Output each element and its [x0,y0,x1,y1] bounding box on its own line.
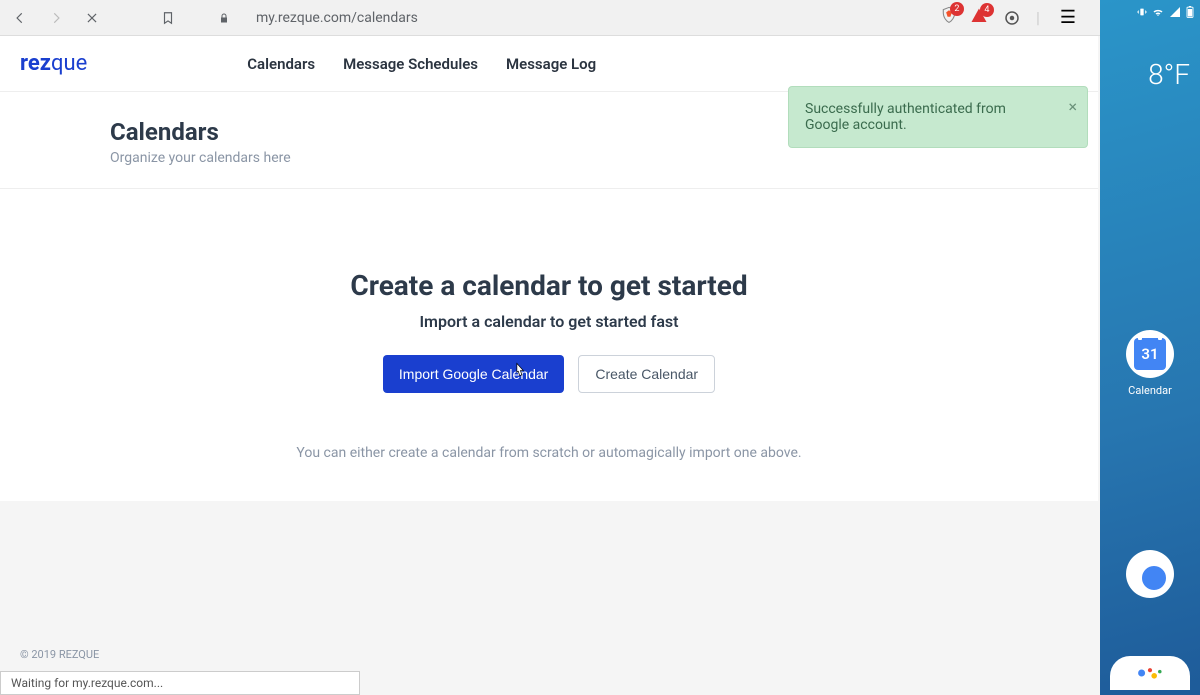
empty-state: Create a calendar to get started Import … [0,189,1098,501]
cursor-icon [510,362,528,386]
wifi-icon [1152,7,1164,17]
extension-icon[interactable]: 4 [970,7,988,29]
badge-count: 2 [950,2,964,16]
toast-close-icon[interactable]: × [1068,97,1077,116]
calendar-app-icon[interactable]: 31 Calendar [1122,330,1178,397]
hero-subtitle: Import a calendar to get started fast [0,312,1098,331]
button-row: Import Google Calendar Create Calendar [0,355,1098,393]
stop-button[interactable] [80,6,104,30]
logo[interactable]: rezque [20,51,87,76]
brave-shield-icon[interactable]: 2 [940,6,958,30]
url-bar[interactable]: my.rezque.com/calendars [256,10,928,26]
nav-message-log[interactable]: Message Log [506,55,596,73]
google-assistant-pill[interactable] [1110,656,1190,690]
forward-button[interactable] [44,6,68,30]
nav-message-schedules[interactable]: Message Schedules [343,55,478,73]
profile-icon[interactable] [1000,6,1024,30]
import-google-calendar-button[interactable]: Import Google Calendar [383,355,564,393]
calendar-app-label: Calendar [1128,384,1172,397]
phone-status-bar [1100,0,1200,18]
calendar-day-number: 31 [1134,338,1166,370]
signal-icon [1169,7,1181,17]
extensions-area: 2 4 | ☰ [940,6,1092,30]
bookmark-icon[interactable] [156,6,180,30]
nav-calendars[interactable]: Calendars [247,55,315,73]
create-calendar-button[interactable]: Create Calendar [578,355,715,393]
vibrate-icon [1137,7,1147,17]
weather-temp: 8°F [1148,58,1190,91]
help-text: You can either create a calendar from sc… [0,445,1098,461]
app-header: rezque Calendars Message Schedules Messa… [0,36,1098,92]
hamburger-menu-icon[interactable]: ☰ [1052,7,1084,28]
nav-links: Calendars Message Schedules Message Log [247,55,596,73]
toast-message: Successfully authenticated from Google a… [805,101,1006,133]
battery-icon [1186,6,1194,18]
footer-copyright: © 2019 REZQUE [20,648,1118,661]
page-subtitle: Organize your calendars here [110,150,988,166]
logo-thin: que [51,51,87,76]
browser-status-bar: Waiting for my.rezque.com... [0,671,360,695]
chrome-app-icon[interactable] [1122,550,1178,604]
hero-title: Create a calendar to get started [0,269,1098,302]
browser-toolbar: my.rezque.com/calendars 2 4 | ☰ [0,0,1100,36]
logo-bold: rez [20,51,51,76]
app-container: rezque Calendars Message Schedules Messa… [0,36,1098,501]
success-toast: Successfully authenticated from Google a… [788,86,1088,148]
badge-count: 4 [980,3,994,17]
back-button[interactable] [8,6,32,30]
lock-icon [212,6,236,30]
phone-home-strip: 8°F 31 Calendar [1100,0,1200,695]
